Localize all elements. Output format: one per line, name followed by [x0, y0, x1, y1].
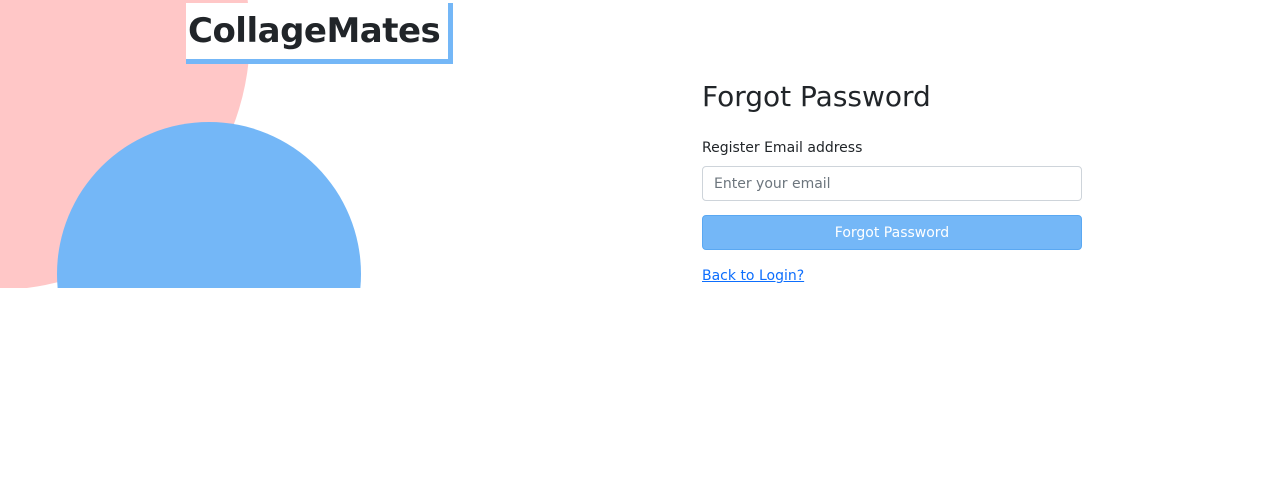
forgot-password-button[interactable]: Forgot Password: [702, 215, 1082, 250]
decorative-art: CollageMates: [0, 0, 640, 288]
email-input[interactable]: [702, 166, 1082, 201]
email-label: Register Email address: [702, 140, 863, 156]
forgot-password-page: CollageMates Forgot Password Register Em…: [0, 0, 1280, 497]
back-to-login-link[interactable]: Back to Login?: [702, 266, 804, 286]
forgot-password-form: Forgot Password Register Email address F…: [702, 78, 1082, 286]
brand-logo: CollageMates: [186, 3, 454, 64]
page-title: Forgot Password: [702, 80, 931, 113]
